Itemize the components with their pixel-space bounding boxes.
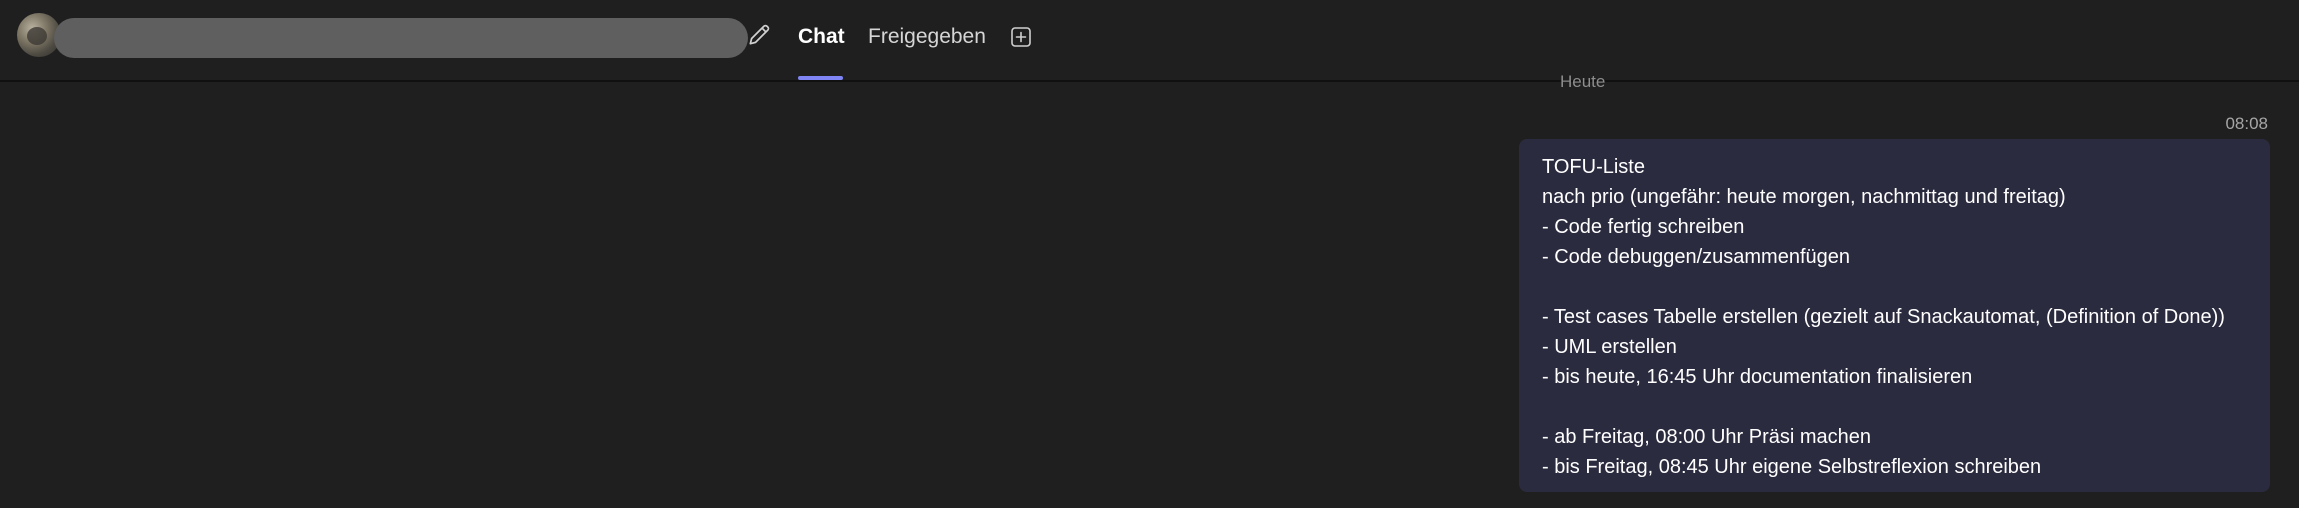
date-divider: Heute	[1560, 72, 1606, 91]
teams-chat-window: Chat Freigegeben Heute 08:08 TOFU-Liste …	[0, 0, 2299, 508]
message-line	[1542, 392, 2247, 422]
pencil-icon[interactable]	[746, 22, 772, 48]
tab-freigegeben[interactable]: Freigegeben	[868, 22, 986, 52]
contact-name-redacted	[54, 18, 748, 58]
message-line	[1542, 272, 2247, 302]
message-line: - UML erstellen	[1542, 336, 1677, 358]
message-line: - Code debuggen/zusammenfügen	[1542, 246, 1850, 268]
message-line: - ab Freitag, 08:00 Uhr Präsi machen	[1542, 426, 1872, 448]
message-line: - Code fertig schreiben	[1542, 216, 1745, 238]
message-line: - bis heute, 16:45 Uhr documentation fin…	[1542, 366, 1973, 388]
message-timestamp: 08:08	[2225, 114, 2268, 133]
message-line: - bis Freitag, 08:45 Uhr eigene Selbstre…	[1542, 456, 2042, 478]
tab-chat[interactable]: Chat	[798, 22, 845, 52]
message-bubble[interactable]: TOFU-Liste nach prio (ungefähr: heute mo…	[1519, 139, 2270, 492]
message-line: - Test cases Tabelle erstellen (gezielt …	[1542, 306, 2225, 328]
chat-header: Chat Freigegeben	[0, 0, 2299, 82]
active-tab-indicator	[798, 76, 843, 80]
message-line: nach prio (ungefähr: heute morgen, nachm…	[1542, 186, 2066, 208]
message-line: TOFU-Liste	[1542, 156, 1645, 178]
plus-square-icon[interactable]	[1009, 25, 1033, 49]
